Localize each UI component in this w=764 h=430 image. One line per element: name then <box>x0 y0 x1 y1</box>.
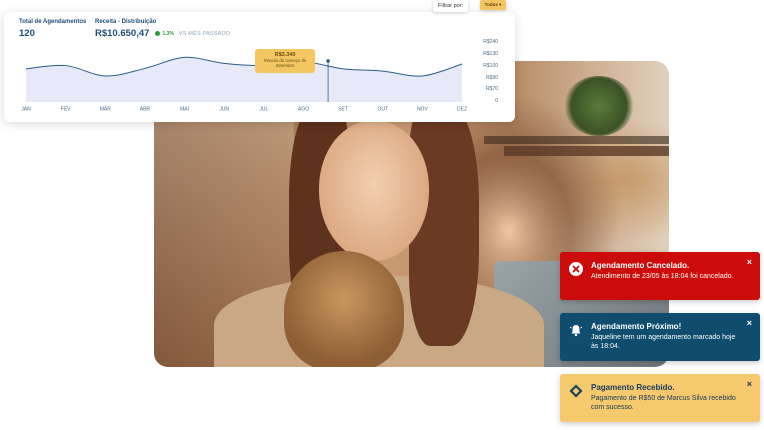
toast-title: Agendamento Cancelado. <box>591 261 690 270</box>
y-tick-label: R$130 <box>483 51 498 57</box>
photo-shelf-lower <box>504 146 669 156</box>
toast-title: Pagamento Recebido. <box>591 383 675 392</box>
toast-payment: Pagamento Recebido. Pagamento de R$50 de… <box>560 374 760 422</box>
y-tick-label: R$90 <box>486 75 498 81</box>
toast-upcoming: Agendamento Próximo! Jaqueline tem um ag… <box>560 313 760 361</box>
x-tick-label: MAI <box>180 107 189 113</box>
y-tick-label: R$70 <box>486 86 498 92</box>
toast-message: Pagamento de R$50 de Marcus Silva recebi… <box>591 395 736 411</box>
photo-cat <box>284 251 404 367</box>
close-icon[interactable]: × <box>747 379 752 389</box>
chart-tooltip: R$3.340 Receita do começo de Setembro <box>255 49 315 73</box>
chart-area <box>26 57 462 102</box>
x-tick-label: MAR <box>100 107 112 113</box>
tooltip-note: Receita do começo de Setembro <box>263 58 307 68</box>
close-icon[interactable]: × <box>747 318 752 328</box>
filter-label: Filtrar por: <box>433 0 469 12</box>
photo-plant <box>564 76 634 136</box>
x-tick-label: DEZ <box>457 107 467 113</box>
filter-value: Todos <box>484 2 498 7</box>
photo-face <box>319 121 429 261</box>
dashboard-card: Total de Agendamentos 120 Receita - Dist… <box>4 12 515 122</box>
toast-message: Atendimento de 23/05 às 18:04 foi cancel… <box>591 273 734 280</box>
x-tick-label: ABR <box>140 107 151 113</box>
photo-shelf <box>484 136 669 144</box>
chart-highlight-point <box>326 59 330 63</box>
x-tick-label: JAN <box>21 107 31 113</box>
error-icon <box>569 262 583 276</box>
x-tick-label: JUN <box>219 107 229 113</box>
x-tick-label: JUL <box>259 107 268 113</box>
y-tick-label: 0 <box>495 98 498 104</box>
x-tick-label: NOV <box>417 107 429 113</box>
toast-title: Agendamento Próximo! <box>591 322 682 331</box>
filter-dropdown[interactable]: Todos ▾ <box>480 0 506 10</box>
close-icon[interactable]: × <box>747 257 752 267</box>
toast-message: Jaqueline tem um agendamento marcado hoj… <box>591 334 736 350</box>
x-tick-label: OUT <box>377 107 388 113</box>
toast-cancelled: Agendamento Cancelado. Atendimento de 23… <box>560 252 760 300</box>
x-tick-label: SET <box>338 107 348 113</box>
x-tick-label: FEV <box>61 107 71 113</box>
y-tick-label: R$240 <box>483 39 498 45</box>
payment-icon <box>569 384 583 398</box>
x-tick-label: AGO <box>298 107 309 113</box>
y-tick-label: R$100 <box>483 63 498 69</box>
bell-icon <box>569 325 583 337</box>
